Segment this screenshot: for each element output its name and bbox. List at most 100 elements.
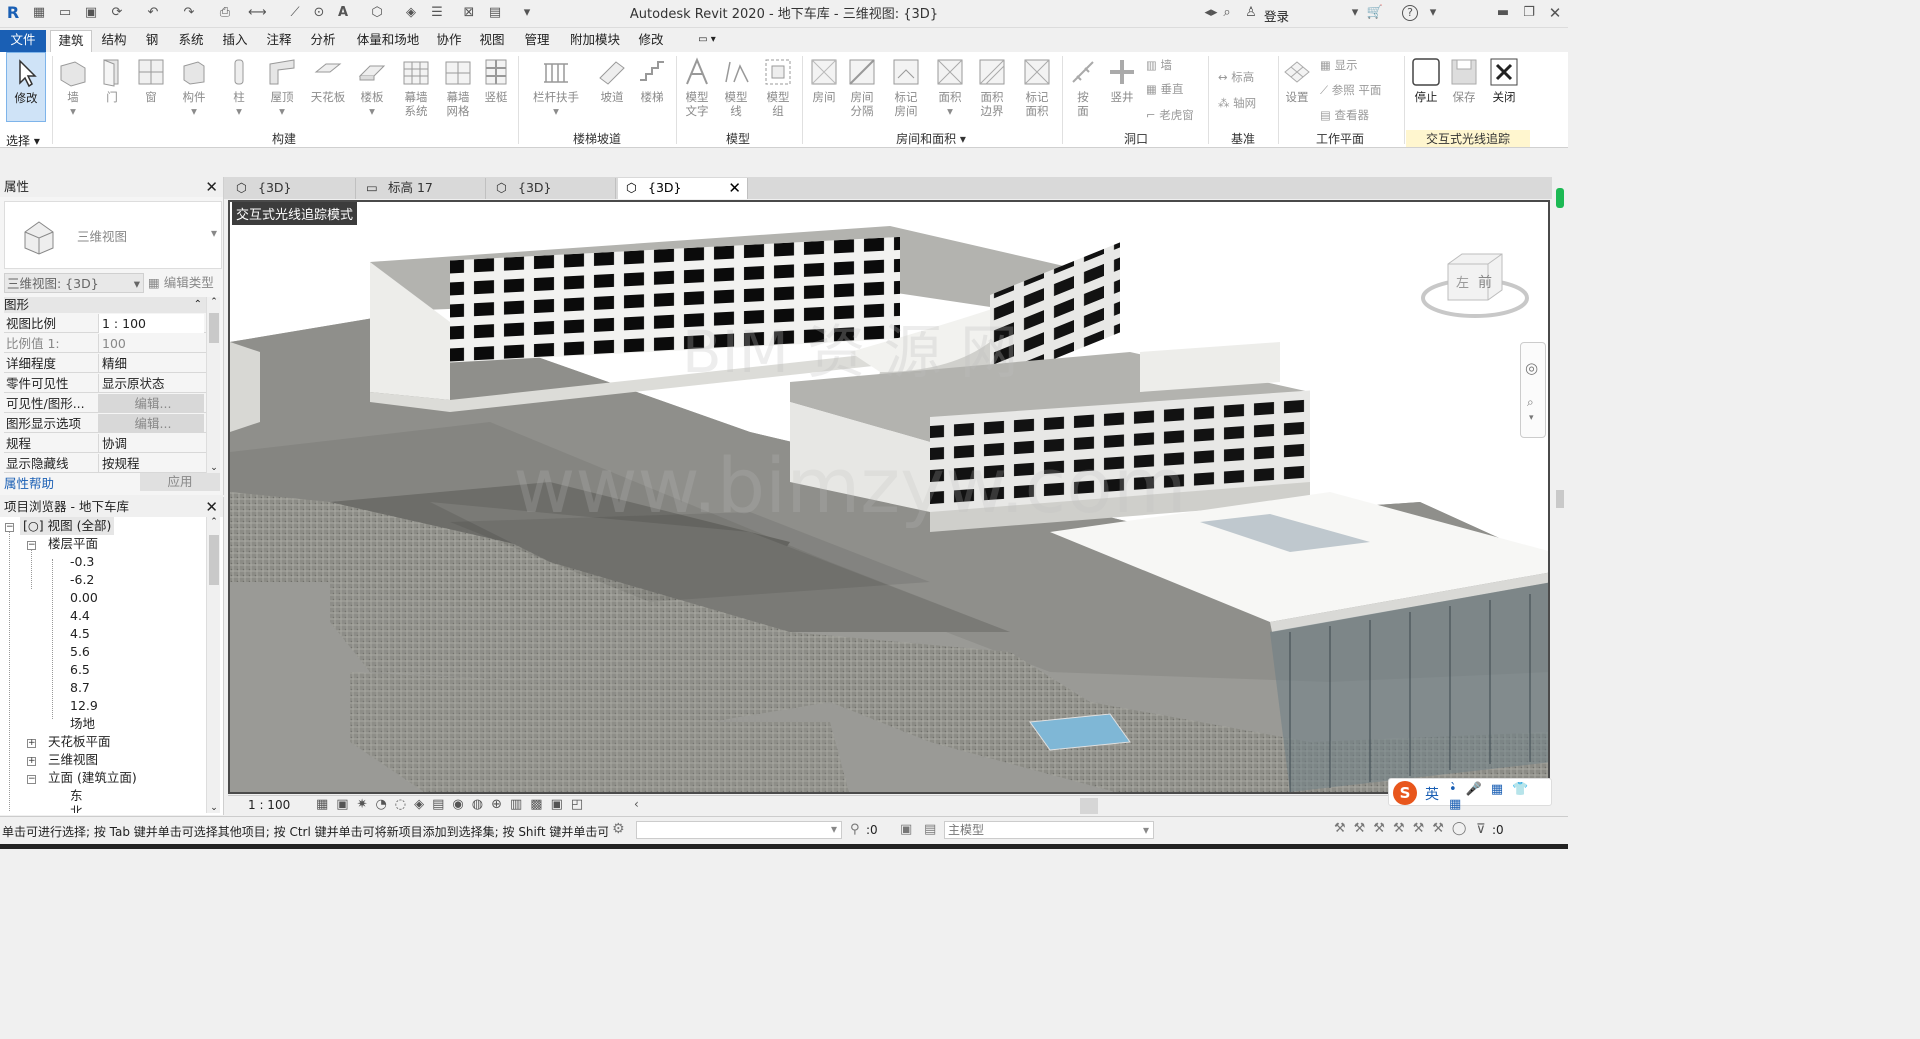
tree-views-all[interactable]: [○] 视图 (全部) — [20, 517, 115, 535]
sogou-logo-icon[interactable]: S — [1393, 781, 1417, 805]
tree-level[interactable]: -0.3 — [70, 553, 94, 571]
modify-button[interactable]: 修改 — [6, 52, 46, 122]
tab-massing-site[interactable]: 体量和场地 — [350, 30, 426, 52]
model-group-button[interactable]: 模型组 — [758, 52, 798, 118]
worksets-icon[interactable]: ⚙ — [612, 821, 625, 837]
text-icon[interactable]: A — [334, 4, 352, 22]
restore-icon[interactable]: ❐ — [1520, 4, 1538, 22]
design-option-dropdown[interactable]: 主模型 ▾ — [944, 821, 1154, 839]
tree-level[interactable]: 0.00 — [70, 589, 98, 607]
ramp-button[interactable]: 坡道 — [592, 52, 632, 104]
measure-icon[interactable]: ⟷ — [248, 4, 267, 22]
help-icon[interactable]: ? — [1402, 5, 1418, 21]
steering-wheel-icon[interactable]: ◎ — [1525, 359, 1538, 377]
prop-row[interactable]: 规程 协调 — [4, 434, 206, 453]
tab-systems[interactable]: 系统 — [172, 30, 210, 52]
prop-row[interactable]: 视图比例 1 : 100 — [4, 314, 206, 333]
tree-level[interactable]: 4.4 — [70, 607, 90, 625]
view-tab-active[interactable]: ⬡ {3D} ✕ — [618, 178, 748, 199]
close-render-button[interactable]: 关闭 — [1486, 52, 1522, 104]
login-label[interactable]: 登录 — [1264, 6, 1289, 25]
model-text-button[interactable]: 模型文字 — [680, 52, 714, 118]
dimension-icon[interactable]: ⟋ — [286, 4, 304, 22]
room-area-panel-label[interactable]: 房间和面积 ▾ — [806, 130, 1056, 147]
properties-help-link[interactable]: 属性帮助 — [4, 473, 54, 492]
roof-button[interactable]: 屋顶 ▾ — [262, 52, 302, 118]
browser-scrollbar[interactable]: ⌃ ⌄ — [206, 517, 220, 813]
tree-level[interactable]: 场地 — [70, 715, 95, 733]
tag-area-button[interactable]: 标记面积 — [1014, 52, 1060, 118]
tag-room-button[interactable]: 标记房间 — [884, 52, 928, 118]
minimize-icon[interactable]: ▬ — [1494, 4, 1512, 22]
view-tab[interactable]: ⬡ {3D} — [228, 178, 356, 199]
stair-button[interactable]: 楼梯 — [632, 52, 672, 104]
prop-row[interactable]: 详细程度 精细 — [4, 354, 206, 373]
tree-3d-views[interactable]: 三维视图 — [48, 751, 98, 769]
close-window-icon[interactable]: ✕ — [1546, 4, 1564, 22]
view-control-icons[interactable]: ▦▣✷◔◌◈▤◉◍⊕▥▩▣◰ — [316, 797, 591, 812]
level-button[interactable]: ↔ 标高 — [1218, 68, 1254, 86]
editable-only-icon[interactable]: ▣ — [900, 822, 912, 837]
expand-elevations-toggle[interactable]: − — [27, 775, 36, 784]
thin-lines-icon[interactable]: ☰ — [428, 4, 446, 22]
tree-level[interactable]: 8.7 — [70, 679, 90, 697]
scroll-thumb[interactable] — [209, 313, 219, 343]
curtain-system-button[interactable]: 幕墙系统 — [396, 52, 436, 118]
wall-opening-button[interactable]: ▥ 墙 — [1146, 56, 1172, 74]
floor-button[interactable]: 楼板 ▾ — [352, 52, 392, 118]
tree-level[interactable]: 4.5 — [70, 625, 90, 643]
tab-collaborate[interactable]: 协作 — [432, 30, 466, 52]
filter-icon[interactable]: ⊽ — [1476, 822, 1486, 837]
ime-language[interactable]: 英 — [1425, 784, 1439, 804]
view-tab[interactable]: ▭ 标高 17 — [358, 178, 486, 199]
view-tab[interactable]: ⬡ {3D} — [488, 178, 616, 199]
room-button[interactable]: 房间 — [806, 52, 842, 104]
revit-logo-icon[interactable]: R — [4, 4, 22, 22]
3d-view-icon[interactable]: ⬡ — [368, 4, 386, 22]
type-selector[interactable]: 三维视图 ▾ — [4, 201, 222, 269]
instance-selector[interactable]: 三维视图: {3D} ▾ — [4, 273, 144, 293]
tab-add-ins[interactable]: 附加模块 — [564, 30, 626, 52]
tree-elevations[interactable]: 立面 (建筑立面) — [48, 769, 137, 787]
column-button[interactable]: 柱 ▾ — [220, 52, 258, 118]
undo-icon[interactable]: ↶ — [144, 4, 162, 22]
dormer-button[interactable]: ⌐ 老虎窗 — [1146, 106, 1194, 124]
tree-level[interactable]: 5.6 — [70, 643, 90, 661]
component-button[interactable]: 构件 ▾ — [172, 52, 216, 118]
tree-level[interactable]: 6.5 — [70, 661, 90, 679]
tab-annotate[interactable]: 注释 — [260, 30, 298, 52]
search-icon[interactable]: ⌕ — [1218, 4, 1236, 22]
select-dropdown[interactable]: 选择 ▾ — [6, 132, 40, 149]
workset-dropdown[interactable]: ▾ — [636, 821, 842, 839]
railing-button[interactable]: 栏杆扶手 ▾ — [528, 52, 584, 118]
expand-views-toggle[interactable]: − — [5, 523, 14, 532]
area-button[interactable]: 面积 ▾ — [930, 52, 970, 118]
3d-viewport[interactable]: 交互式光线追踪模式 BIM 资 源 网 www.bimzyw.com 左 前 ◎… — [228, 200, 1550, 794]
tab-architecture[interactable]: 建筑 — [50, 30, 92, 52]
redo-icon[interactable]: ↷ — [180, 4, 198, 22]
view-scale[interactable]: 1 : 100 — [248, 798, 290, 812]
close-browser-icon[interactable]: ✕ — [205, 497, 218, 517]
close-properties-icon[interactable]: ✕ — [205, 177, 218, 197]
open-icon[interactable]: ▭ — [56, 4, 74, 22]
expand-3dviews-toggle[interactable]: + — [27, 757, 36, 766]
curtain-grid-button[interactable]: 幕墙网格 — [438, 52, 478, 118]
shaft-button[interactable]: 竖井 — [1104, 52, 1140, 104]
selection-filter-icons[interactable]: ⚒⚒⚒⚒⚒⚒◯ — [1334, 821, 1474, 836]
right-scrollbar[interactable] — [1552, 160, 1568, 816]
vertical-opening-button[interactable]: ▦ 垂直 — [1146, 80, 1184, 98]
room-separator-button[interactable]: 房间分隔 — [844, 52, 880, 118]
edit-type-button[interactable]: ▦ 编辑类型 — [148, 273, 214, 293]
wall-button[interactable]: 墙 ▾ — [54, 52, 92, 118]
save-icon[interactable]: ▣ — [82, 4, 100, 22]
zoom-icon[interactable]: ⌕ — [1527, 395, 1534, 410]
tree-floor-plans[interactable]: 楼层平面 — [48, 535, 98, 553]
tab-modify[interactable]: 修改 — [632, 30, 670, 52]
ceiling-button[interactable]: 天花板 — [306, 52, 350, 104]
view-cube[interactable]: 左 前 — [1420, 250, 1530, 322]
horizontal-scroll-thumb[interactable] — [1080, 798, 1098, 814]
model-line-button[interactable]: 模型线 — [718, 52, 754, 118]
expand-ceiling-toggle[interactable]: + — [27, 739, 36, 748]
viewer-button[interactable]: ▤ 查看器 — [1320, 106, 1369, 124]
user-icon[interactable]: ♙ — [1242, 4, 1260, 22]
